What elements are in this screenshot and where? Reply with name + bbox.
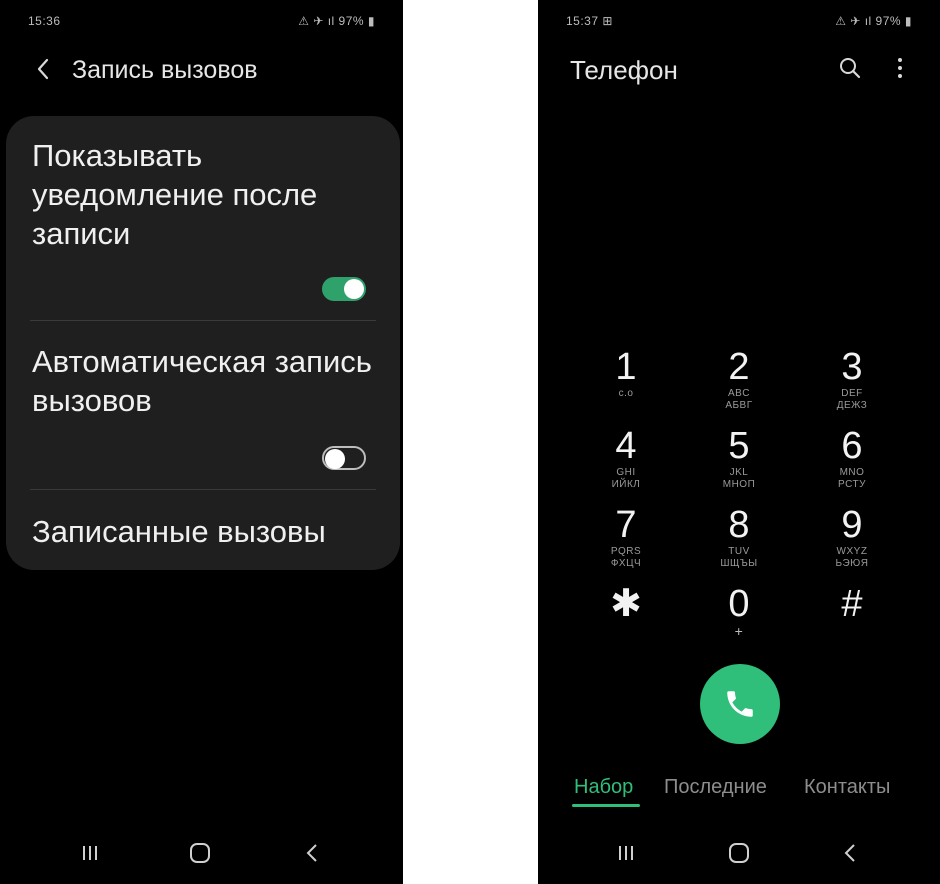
key-letters: MNO	[839, 467, 865, 478]
key-digit: 7	[615, 504, 637, 546]
call-button[interactable]	[700, 664, 780, 744]
key-6[interactable]: 6 MNO РСТУ	[807, 425, 897, 495]
back-nav-button[interactable]	[832, 838, 868, 868]
phone-icon	[727, 691, 753, 717]
key-0[interactable]: 0 +	[694, 583, 784, 653]
key-digit: 8	[728, 504, 750, 546]
search-icon	[840, 58, 861, 79]
key-digit: 5	[728, 425, 750, 467]
key-letters: ABC	[727, 388, 751, 399]
status-bar: 15:37 ⊞ ⚠ ✈ ıl 97% ▮	[538, 12, 940, 30]
status-icons: ⚠ ✈ ıl 97% ▮	[298, 14, 375, 28]
home-icon	[190, 843, 210, 863]
setting-show-notification-label[interactable]: Показывать уведомление после записи	[32, 136, 372, 253]
key-letters-cyr: ИЙКЛ	[611, 479, 641, 490]
key-8[interactable]: 8 TUV ШЩЪЫ	[694, 504, 784, 574]
recorded-calls-item[interactable]: Записанные вызовы	[32, 512, 326, 551]
home-icon	[729, 843, 749, 863]
key-hash[interactable]: #	[807, 583, 897, 653]
tab-recent[interactable]: Последние	[664, 776, 767, 799]
divider	[30, 320, 376, 321]
tab-contacts[interactable]: Контакты	[804, 776, 890, 799]
search-button[interactable]	[834, 52, 866, 84]
back-nav-button[interactable]	[294, 838, 330, 868]
key-letters-cyr: ЬЭЮЯ	[835, 558, 869, 569]
key-plus: +	[734, 623, 744, 639]
settings-card: Показывать уведомление после записи Авто…	[6, 116, 400, 570]
key-4[interactable]: 4 GHI ИЙКЛ	[581, 425, 671, 495]
chevron-left-icon	[37, 58, 49, 80]
back-button[interactable]	[28, 54, 58, 84]
key-letters-cyr: АБВГ	[725, 400, 753, 411]
key-digit: #	[841, 583, 863, 625]
recent-apps-icon	[619, 846, 633, 860]
key-digit: 3	[841, 346, 863, 388]
key-letters: GHI	[616, 467, 636, 478]
key-letters-cyr: ДЕЖЗ	[836, 400, 868, 411]
key-letters-cyr: МНОП	[722, 479, 756, 490]
phone-dialer-screen: 15:37 ⊞ ⚠ ✈ ıl 97% ▮ Телефон 1 ᴄ.ᴏ 2 ABC…	[538, 0, 940, 884]
key-letters: PQRS	[610, 546, 642, 557]
recent-apps-button[interactable]	[608, 838, 644, 868]
header: Запись вызовов	[0, 48, 403, 92]
system-nav-bar	[0, 824, 403, 884]
tab-dial[interactable]: Набор	[574, 776, 633, 799]
key-letters: JKL	[729, 467, 749, 478]
status-time: 15:36	[28, 14, 61, 28]
key-letters-cyr: РСТУ	[838, 479, 866, 490]
more-vert-icon	[898, 58, 902, 78]
key-7[interactable]: 7 PQRS ФХЦЧ	[581, 504, 671, 574]
status-icons: ⚠ ✈ ıl 97% ▮	[835, 14, 912, 28]
key-digit: 1	[615, 346, 637, 388]
auto-record-toggle[interactable]	[322, 446, 366, 470]
home-button[interactable]	[721, 838, 757, 868]
key-digit: 0	[728, 583, 750, 625]
key-letters: ᴄ.ᴏ	[618, 388, 634, 399]
recent-apps-icon	[83, 846, 97, 860]
key-9[interactable]: 9 WXYZ ЬЭЮЯ	[807, 504, 897, 574]
key-digit: 4	[615, 425, 637, 467]
toggle-knob	[344, 279, 364, 299]
show-notification-toggle[interactable]	[322, 277, 366, 301]
page-title: Запись вызовов	[72, 56, 258, 84]
setting-auto-record-label[interactable]: Автоматическая запись вызовов	[32, 342, 372, 420]
key-letters-cyr: ШЩЪЫ	[720, 558, 758, 569]
key-digit: ✱	[610, 583, 642, 625]
key-letters-cyr: ФХЦЧ	[610, 558, 642, 569]
key-2[interactable]: 2 ABC АБВГ	[694, 346, 784, 416]
home-button[interactable]	[182, 838, 218, 868]
key-letters: TUV	[728, 546, 750, 557]
status-time: 15:37 ⊞	[566, 14, 613, 28]
app-title: Телефон	[570, 55, 678, 85]
key-3[interactable]: 3 DEF ДЕЖЗ	[807, 346, 897, 416]
back-icon	[306, 844, 317, 862]
call-recording-settings-screen: 15:36 ⚠ ✈ ıl 97% ▮ Запись вызовов Показы…	[0, 0, 403, 884]
key-digit: 2	[728, 346, 750, 388]
active-tab-indicator	[572, 804, 640, 807]
key-1[interactable]: 1 ᴄ.ᴏ	[581, 346, 671, 416]
key-digit: 6	[841, 425, 863, 467]
status-bar: 15:36 ⚠ ✈ ıl 97% ▮	[0, 12, 403, 30]
system-nav-bar	[538, 824, 940, 884]
toggle-knob	[325, 449, 345, 469]
key-letters: WXYZ	[836, 546, 868, 557]
key-5[interactable]: 5 JKL МНОП	[694, 425, 784, 495]
key-letters: DEF	[841, 388, 863, 399]
recent-apps-button[interactable]	[72, 838, 108, 868]
divider	[30, 489, 376, 490]
key-digit: 9	[841, 504, 863, 546]
back-icon	[844, 844, 855, 862]
key-star[interactable]: ✱	[581, 583, 671, 653]
more-options-button[interactable]	[884, 52, 916, 84]
